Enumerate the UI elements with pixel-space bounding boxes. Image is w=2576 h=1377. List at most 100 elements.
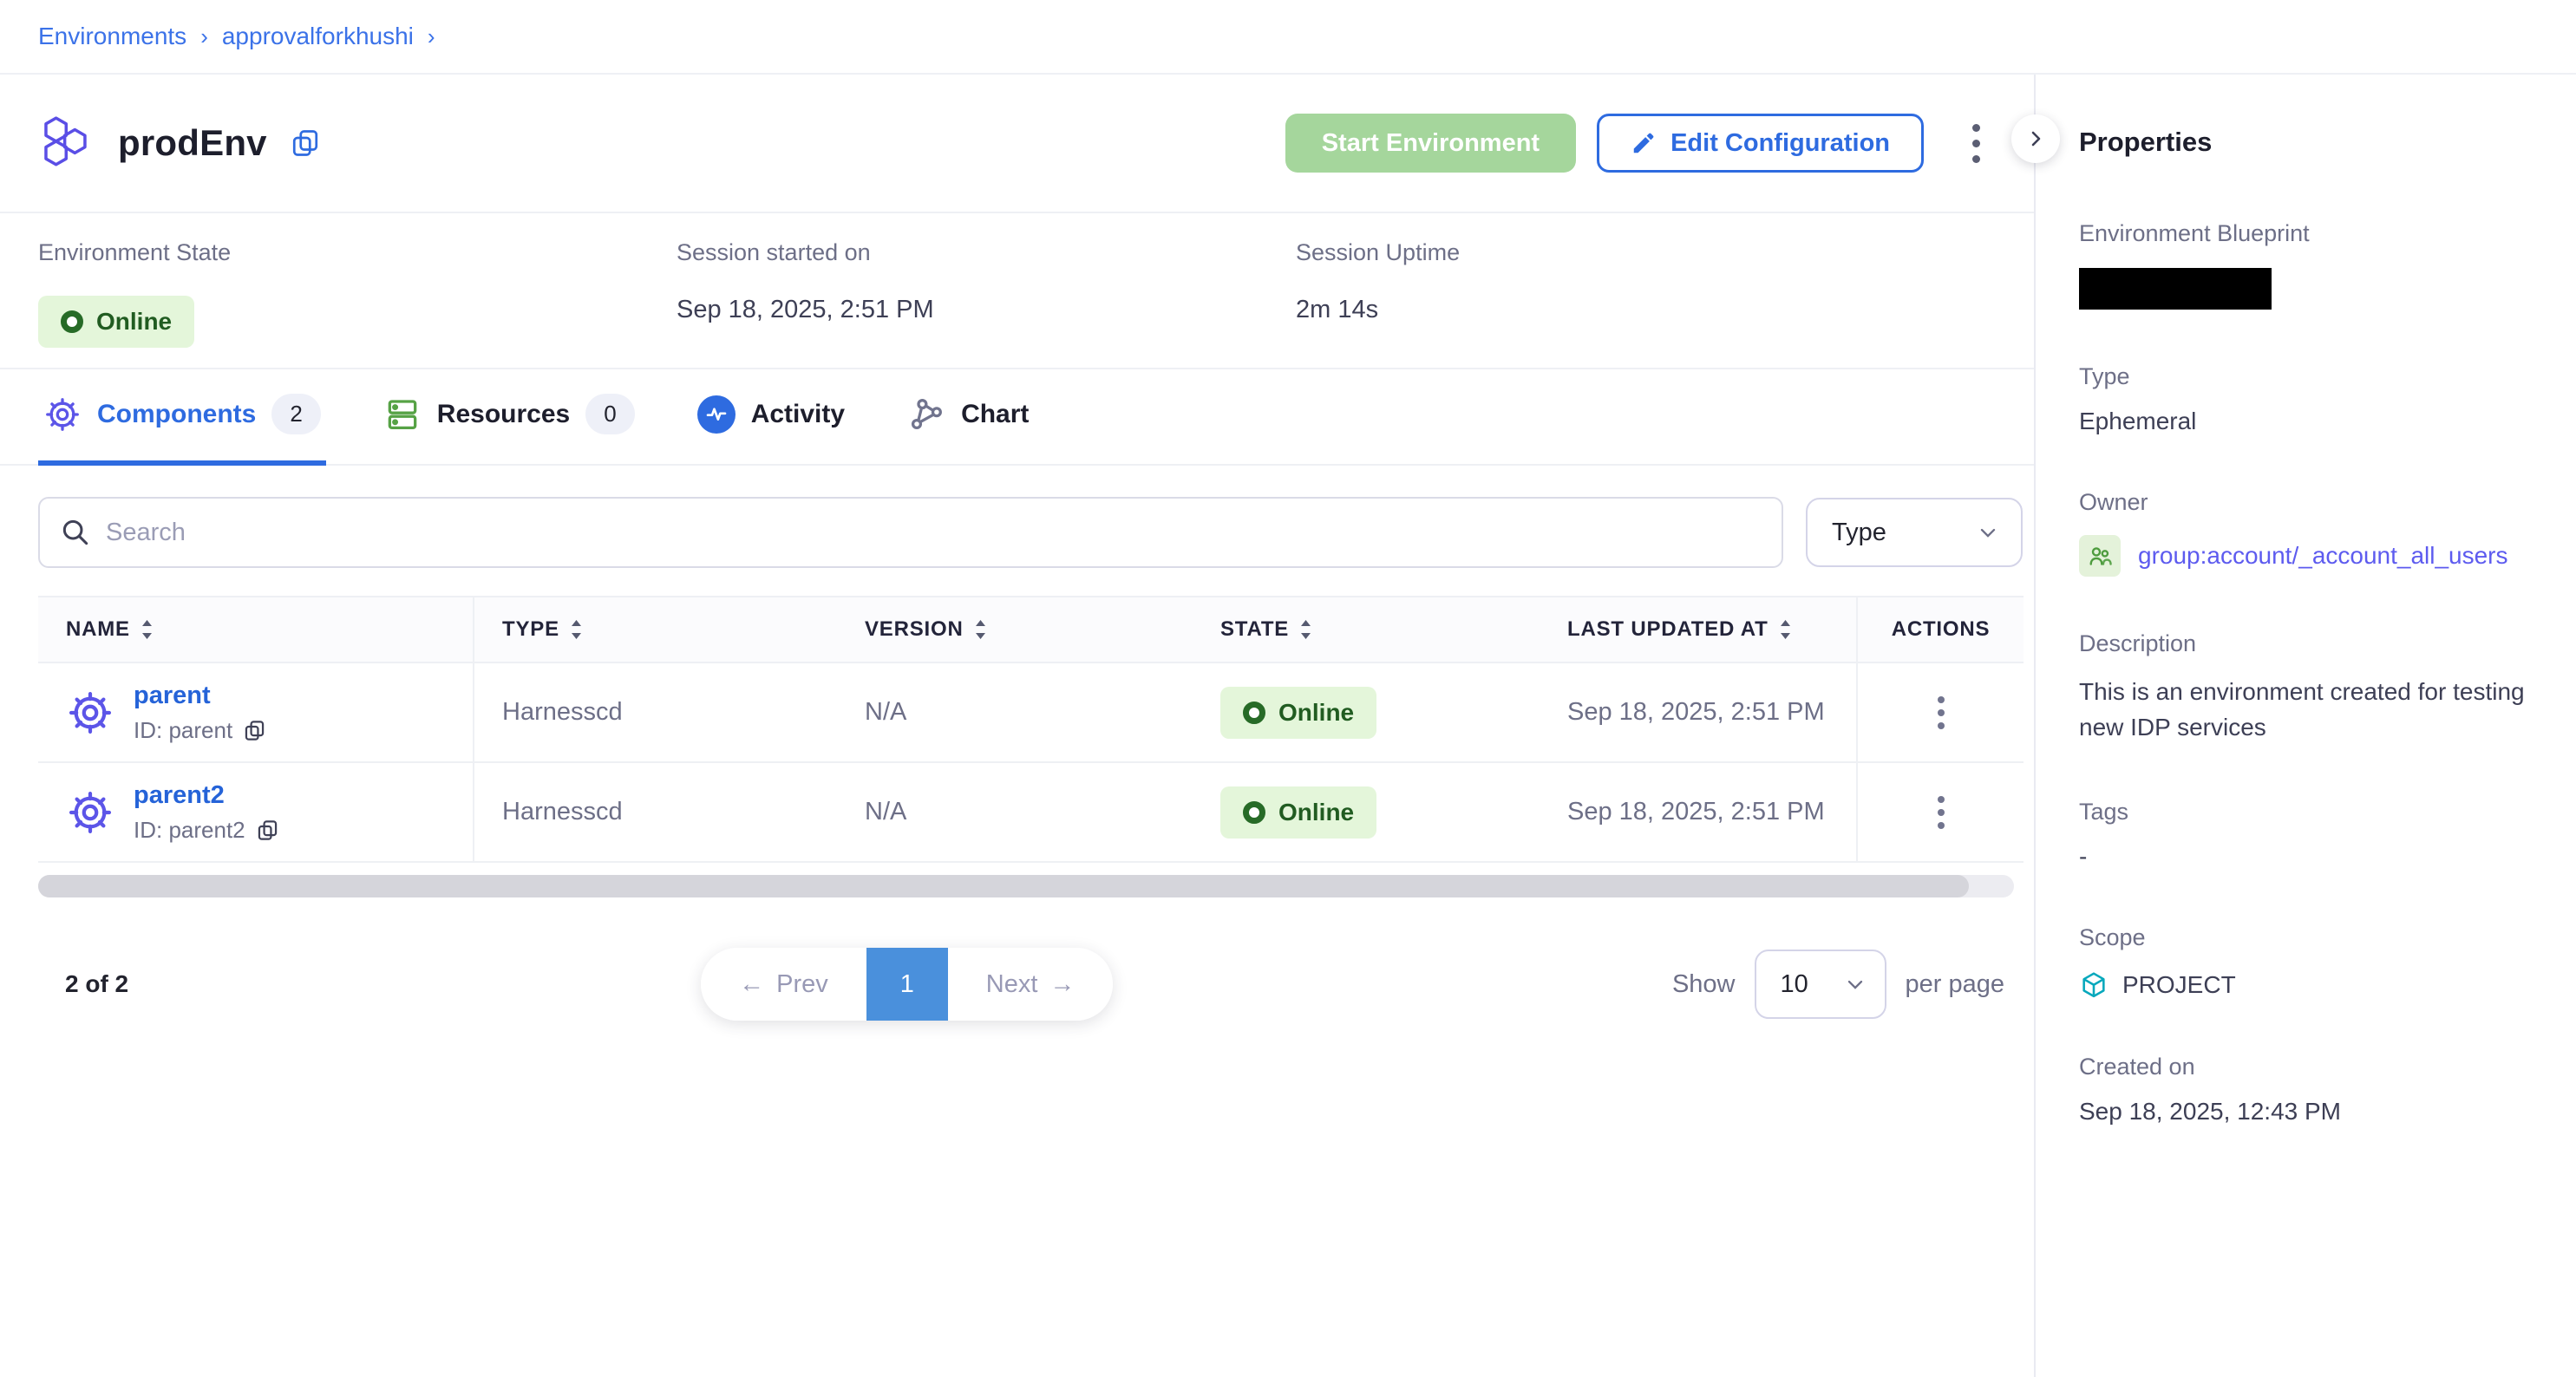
owner-group-link[interactable]: group:account/_account_all_users xyxy=(2138,542,2508,570)
scope-value: PROJECT xyxy=(2122,971,2236,999)
column-header-type[interactable]: TYPE xyxy=(474,597,837,662)
component-type-cell: Harnesscd xyxy=(474,663,837,761)
page-number-button[interactable]: 1 xyxy=(866,948,948,1021)
column-header-version[interactable]: VERSION xyxy=(837,597,1193,662)
session-started-label: Session started on xyxy=(677,239,1296,266)
pagination-bar: 2 of 2 ← Prev 1 Next → Show 10 xyxy=(38,948,2024,1021)
pager-control: ← Prev 1 Next → xyxy=(701,948,1113,1021)
component-actions-cell xyxy=(1856,763,2024,861)
component-id: ID: parent xyxy=(134,717,266,744)
next-page-button[interactable]: Next → xyxy=(948,948,1114,1021)
sort-icon xyxy=(1299,618,1312,641)
sort-icon xyxy=(570,618,583,641)
session-uptime-value: 2m 14s xyxy=(1296,296,1460,324)
right-arrow-icon: → xyxy=(1049,970,1075,999)
properties-title: Properties xyxy=(2079,127,2541,158)
blueprint-label: Environment Blueprint xyxy=(2079,220,2541,247)
column-header-last-updated-label: LAST UPDATED AT xyxy=(1567,617,1769,642)
component-link[interactable]: parent2 xyxy=(134,781,279,810)
scrollbar-thumb[interactable] xyxy=(38,875,1969,897)
search-input[interactable] xyxy=(38,497,1783,568)
column-header-state[interactable]: STATE xyxy=(1193,597,1540,662)
column-header-name-label: NAME xyxy=(66,617,130,642)
sort-icon xyxy=(1779,618,1792,641)
start-environment-button[interactable]: Start Environment xyxy=(1285,114,1576,173)
component-link[interactable]: parent xyxy=(134,682,266,710)
online-status-text: Online xyxy=(1278,799,1354,826)
copy-name-icon[interactable] xyxy=(290,127,321,159)
collapse-panel-button[interactable] xyxy=(2011,114,2060,163)
copy-id-icon[interactable] xyxy=(256,819,279,842)
chevron-down-icon xyxy=(1976,520,2000,545)
pagination-total: 2 of 2 xyxy=(65,970,128,998)
people-icon xyxy=(2086,542,2114,570)
created-on-value: Sep 18, 2025, 12:43 PM xyxy=(2079,1098,2541,1126)
component-gear-icon xyxy=(66,788,114,837)
column-header-state-label: STATE xyxy=(1220,617,1289,642)
component-updated-cell: Sep 18, 2025, 2:51 PM xyxy=(1540,663,1856,761)
chevron-down-icon xyxy=(1843,972,1867,996)
session-started-block: Session started on Sep 18, 2025, 2:51 PM xyxy=(677,239,1296,368)
created-on-label: Created on xyxy=(2079,1054,2541,1080)
components-tab-panel: Type NAME TYPE xyxy=(0,466,2034,1021)
next-label: Next xyxy=(986,970,1038,999)
component-state-cell: Online xyxy=(1193,763,1540,861)
column-header-name[interactable]: NAME xyxy=(38,597,474,662)
description-value: This is an environment created for testi… xyxy=(2079,675,2541,745)
environment-state-block: Environment State Online xyxy=(38,239,677,368)
cube-icon xyxy=(2079,970,2109,1000)
tags-label: Tags xyxy=(2079,799,2541,826)
server-icon xyxy=(383,395,422,434)
table-row: parent ID: parent Harnesscd N/A xyxy=(38,663,2024,763)
status-dot-icon xyxy=(1243,702,1265,724)
tab-components-label: Components xyxy=(97,400,256,429)
online-status-text: Online xyxy=(96,308,172,336)
component-updated-cell: Sep 18, 2025, 2:51 PM xyxy=(1540,763,1856,861)
page-size-control: Show 10 per page xyxy=(1672,950,2004,1019)
edit-configuration-label: Edit Configuration xyxy=(1670,129,1890,158)
row-more-options-button[interactable] xyxy=(1924,689,1958,736)
tab-bar: Components 2 Resources 0 Activity xyxy=(0,369,2034,466)
type-filter-label: Type xyxy=(1832,519,1886,547)
online-status-text: Online xyxy=(1278,699,1354,727)
components-table: NAME TYPE VERSION STATE xyxy=(38,596,2024,863)
component-version-cell: N/A xyxy=(837,663,1193,761)
column-header-last-updated[interactable]: LAST UPDATED AT xyxy=(1540,597,1856,662)
page-title: prodEnv xyxy=(118,122,267,164)
owner-row: group:account/_account_all_users xyxy=(2079,535,2541,577)
prev-page-button[interactable]: ← Prev xyxy=(701,948,866,1021)
chevron-right-icon xyxy=(2025,128,2046,149)
tab-resources-count: 0 xyxy=(585,394,634,434)
component-name-cell: parent ID: parent xyxy=(38,663,474,761)
group-avatar xyxy=(2079,535,2121,577)
gear-icon xyxy=(43,395,82,434)
row-more-options-button[interactable] xyxy=(1924,789,1958,836)
sort-icon xyxy=(974,618,987,641)
header-actions: Start Environment Edit Configuration xyxy=(1285,114,1996,173)
environment-header: prodEnv Start Environment Edit Configura… xyxy=(0,75,2034,213)
filter-row: Type xyxy=(38,497,2024,568)
horizontal-scrollbar[interactable] xyxy=(38,875,2014,897)
tab-activity[interactable]: Activity xyxy=(692,369,850,466)
component-type-cell: Harnesscd xyxy=(474,763,837,861)
type-label: Type xyxy=(2079,363,2541,390)
breadcrumb-separator-icon: › xyxy=(428,23,435,50)
tab-components[interactable]: Components 2 xyxy=(38,369,326,466)
type-filter-dropdown[interactable]: Type xyxy=(1806,498,2023,567)
edit-configuration-button[interactable]: Edit Configuration xyxy=(1597,114,1924,173)
status-dot-icon xyxy=(1243,801,1265,824)
header-more-options-button[interactable] xyxy=(1957,115,1996,172)
environment-info-row: Environment State Online Session started… xyxy=(0,213,2034,369)
copy-id-icon[interactable] xyxy=(243,719,266,742)
environment-state-label: Environment State xyxy=(38,239,677,266)
page-size-dropdown[interactable]: 10 xyxy=(1755,950,1886,1019)
environment-state-value: Online xyxy=(38,296,677,348)
tab-chart[interactable]: Chart xyxy=(902,369,1034,466)
component-state-cell: Online xyxy=(1193,663,1540,761)
environment-hexagon-icon xyxy=(38,114,95,172)
owner-label: Owner xyxy=(2079,489,2541,516)
tab-chart-label: Chart xyxy=(961,400,1029,429)
breadcrumb-project-link[interactable]: approvalforkhushi xyxy=(222,23,414,50)
breadcrumb-environments-link[interactable]: Environments xyxy=(38,23,186,50)
tab-resources[interactable]: Resources 0 xyxy=(378,369,640,466)
